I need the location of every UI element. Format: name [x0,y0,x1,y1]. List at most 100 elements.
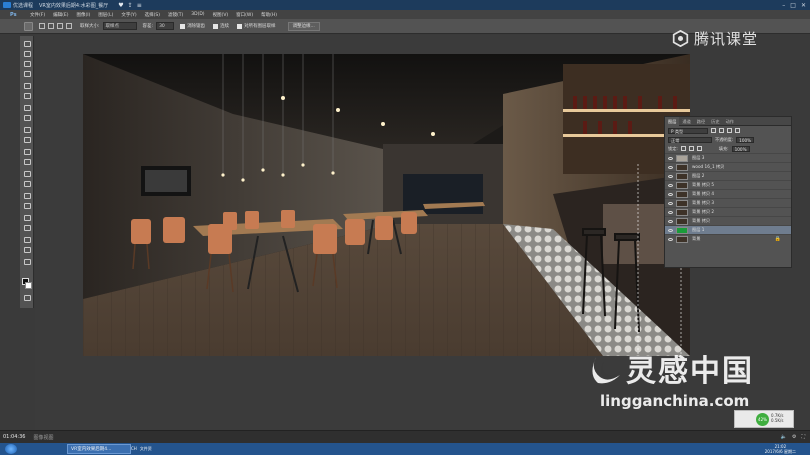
intersect-selection-icon[interactable] [66,23,72,29]
start-button-icon[interactable] [5,444,17,454]
visibility-eye-icon[interactable] [668,156,673,160]
eraser-tool-icon[interactable] [23,148,31,155]
brush-tool-icon[interactable] [23,114,31,121]
menu-icon[interactable]: ≡ [137,2,142,9]
layer-kind-filter[interactable]: P 类型 [668,127,708,134]
layer-row[interactable]: 图层 3 [665,153,791,162]
background-color-swatch[interactable] [25,282,32,289]
visibility-eye-icon[interactable] [668,228,673,232]
maximize-icon[interactable]: □ [790,2,796,9]
tab-channels[interactable]: 通道 [679,117,693,126]
visibility-eye-icon[interactable] [668,210,673,214]
heart-icon[interactable]: ♥ [118,2,123,9]
layer-row[interactable]: 背景 拷贝 4 [665,189,791,198]
lasso-tool-icon[interactable] [23,60,31,67]
tolerance-input[interactable]: 30 [156,22,175,30]
layer-row-selected[interactable]: 图层 1 [665,225,791,234]
marquee-tool-icon[interactable] [23,50,31,57]
opacity-input[interactable]: 100% [736,136,755,143]
move-tool-icon[interactable] [23,40,31,47]
blur-tool-icon[interactable] [23,170,31,177]
refine-edge-button[interactable]: 调整边缘... [287,21,320,31]
menu-file[interactable]: 文件(F) [30,12,45,18]
menu-layer[interactable]: 图层(L) [98,12,113,18]
more-tools-icon[interactable] [23,258,31,265]
pen-tool-icon[interactable] [23,192,31,199]
layer-row[interactable]: 背景 拷贝 [665,216,791,225]
new-selection-icon[interactable] [39,23,45,29]
fill-input[interactable]: 100% [731,145,750,152]
contiguous-checkbox[interactable] [213,23,219,29]
layer-row[interactable]: 背景 拷贝 2 [665,207,791,216]
magic-wand-tool-icon[interactable] [23,70,31,77]
visibility-eye-icon[interactable] [668,192,673,196]
visibility-eye-icon[interactable] [668,201,673,205]
filter-pixel-icon[interactable] [711,128,716,133]
menu-window[interactable]: 窗口(W) [236,12,253,18]
layer-row[interactable]: 背景 🔒 [665,234,791,243]
gradient-tool-icon[interactable] [23,158,31,165]
settings-icon[interactable]: ⚙ [792,434,796,440]
menu-image[interactable]: 图像(I) [76,12,90,18]
menu-help[interactable]: 帮助(H) [261,12,277,18]
tray-files[interactable]: 文件资 [140,446,152,452]
tab-actions[interactable]: 动作 [723,117,737,126]
lock-position-icon[interactable] [688,146,694,151]
visibility-eye-icon[interactable] [668,219,673,223]
layers-panel-tabs: 图层 通道 路径 历史 动作 [665,116,791,126]
menu-type[interactable]: 文字(Y) [121,12,136,18]
network-speed-widget[interactable]: 42% 0.7K/s 0.5K/s [734,410,794,428]
lock-all-icon[interactable] [696,146,702,151]
anti-alias-checkbox[interactable] [180,23,186,29]
menu-3d[interactable]: 3D(D) [191,12,204,17]
lock-pixels-icon[interactable] [680,146,686,151]
path-select-tool-icon[interactable] [23,214,31,221]
share-icon[interactable]: ⇪ [128,2,133,9]
zoom-tool-icon[interactable] [23,246,31,253]
menu-view[interactable]: 视图(V) [213,12,229,18]
stamp-tool-icon[interactable] [23,126,31,133]
dodge-tool-icon[interactable] [23,180,31,187]
menu-filter[interactable]: 滤镜(T) [168,12,183,18]
menu-select[interactable]: 选择(S) [145,12,160,18]
magic-wand-icon[interactable] [24,21,33,31]
visibility-eye-icon[interactable] [668,237,673,241]
subtract-selection-icon[interactable] [57,23,63,29]
close-icon[interactable]: ✕ [801,2,806,9]
layer-thumbnail [676,163,688,171]
taskbar-clock[interactable]: 21:02 2017/6/6 星期二 [765,444,796,454]
menu-edit[interactable]: 编辑(E) [53,12,68,18]
shape-tool-icon[interactable] [23,224,31,231]
visibility-eye-icon[interactable] [668,183,673,187]
history-brush-tool-icon[interactable] [23,136,31,143]
quick-mask-icon[interactable] [23,294,31,301]
taskbar-app-button[interactable]: VR室内效果后期4... [67,444,131,454]
visibility-eye-icon[interactable] [668,174,673,178]
restaurant-render-image[interactable] [83,54,690,356]
volume-icon[interactable]: 🔈 [781,434,787,440]
hand-tool-icon[interactable] [23,236,31,243]
blend-mode-select[interactable]: 正常 [668,136,712,143]
healing-tool-icon[interactable] [23,104,31,111]
sample-size-select[interactable]: 取样点 [102,22,137,30]
eyedropper-tool-icon[interactable] [23,92,31,99]
document-canvas-area[interactable] [35,35,690,430]
tray-ime[interactable]: CH [131,446,137,452]
layer-row[interactable]: 图层 2 [665,171,791,180]
add-selection-icon[interactable] [48,23,54,29]
layer-row[interactable]: wood 16_1 拷贝 [665,162,791,171]
filter-adjust-icon[interactable] [719,128,724,133]
fullscreen-icon[interactable]: ⛶ [801,434,805,440]
filter-type-icon[interactable] [727,128,732,133]
filter-shape-icon[interactable] [735,128,740,133]
tab-history[interactable]: 历史 [708,117,722,126]
sample-all-checkbox[interactable] [237,23,243,29]
minimize-icon[interactable]: – [782,2,785,9]
visibility-eye-icon[interactable] [668,165,673,169]
layer-row[interactable]: 背景 拷贝 5 [665,180,791,189]
tab-layers[interactable]: 图层 [665,116,680,126]
type-tool-icon[interactable] [23,202,31,209]
crop-tool-icon[interactable] [23,82,31,89]
tab-paths[interactable]: 路径 [694,117,708,126]
layer-row[interactable]: 背景 拷贝 3 [665,198,791,207]
